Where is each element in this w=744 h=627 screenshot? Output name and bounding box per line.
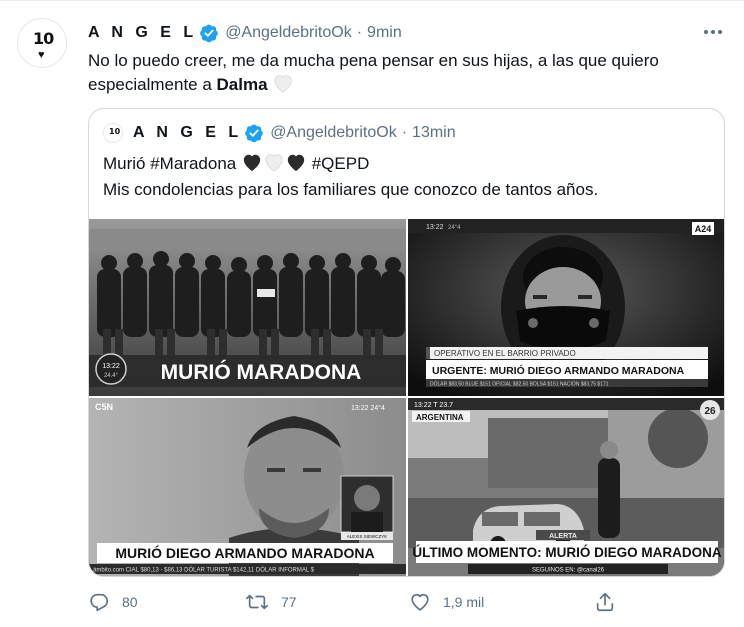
tile1-clock-temp: 24.4° <box>104 373 119 379</box>
quoted-avatar-number: 10 <box>109 127 121 136</box>
heart-icon <box>411 593 429 611</box>
tweet-header: A N G E L @AngeldebritoOk · 9min <box>88 21 402 45</box>
tweet-text-body: No lo puedo creer, me da mucha pena pens… <box>88 51 659 94</box>
tile4-location: ARGENTINA <box>416 413 464 422</box>
tile4-tag: ALERTA <box>549 533 577 540</box>
tile1-clock-time: 13:22 <box>102 363 120 370</box>
separator-dot: · <box>356 24 363 41</box>
tweet-actions: 80 77 1,9 mil <box>88 589 648 615</box>
quoted-separator-dot: · <box>401 124 408 141</box>
retweet-count: 77 <box>281 594 297 610</box>
quoted-line-1-text: Murió #Maradona <box>103 154 237 173</box>
media-image-4[interactable]: 13:22 T 23.7 ARGENTINA 26 ALERTA ÚLTIMO … <box>408 398 724 576</box>
share-button[interactable] <box>594 589 628 615</box>
verified-badge-icon <box>200 24 218 43</box>
tile4-time: 13:22 T 23.7 <box>414 402 453 409</box>
tile3-channel: C5N <box>95 402 113 412</box>
reply-icon <box>90 593 109 612</box>
like-button[interactable]: 1,9 mil <box>409 589 484 615</box>
reply-count: 80 <box>122 594 138 610</box>
tile2-channel: A24 <box>695 224 712 234</box>
tile3-banner: MURIÓ DIEGO ARMANDO MARADONA <box>115 544 374 561</box>
tweet-time[interactable]: 9min <box>367 24 402 42</box>
quoted-avatar: 10 <box>103 123 123 143</box>
quoted-header: 10 A N G E L @AngeldebritoOk · 13min <box>103 121 456 145</box>
tile2-subtitle: OPERATIVO EN EL BARRIO PRIVADO <box>434 349 576 358</box>
avatar-heart-icon: ♥ <box>38 49 45 61</box>
tile4-channel: 26 <box>704 406 716 417</box>
reply-button[interactable]: 80 <box>88 589 138 615</box>
tweet-text-bold: Dalma <box>216 75 268 94</box>
tile3-ticker: ámbito.com CIAL $80,13 - $86,13 DÓLAR TU… <box>93 567 315 574</box>
tweet[interactable]: 10 ♥ A N G E L @AngeldebritoOk · 9min No… <box>0 0 744 627</box>
share-icon <box>596 592 614 612</box>
black-heart-icon <box>287 154 305 172</box>
avatar-number: 10 <box>33 29 54 48</box>
tweet-text: No lo puedo creer, me da mucha pena pens… <box>88 49 728 97</box>
quoted-text: Murió #Maradona #QEPD Mis condolencias p… <box>103 151 713 203</box>
retweet-button[interactable]: 77 <box>245 589 297 615</box>
tile3-top-right: 13:22 24°4 <box>351 404 385 412</box>
white-heart-icon <box>273 75 292 93</box>
quoted-author-name: A N G E L <box>133 124 243 141</box>
quoted-tweet[interactable]: 10 A N G E L @AngeldebritoOk · 13min Mur… <box>88 108 725 577</box>
quoted-line-2: Mis condolencias para los familiares que… <box>103 180 599 199</box>
quoted-author-handle: @AngeldebritoOk <box>270 124 397 141</box>
tile2-banner: URGENTE: MURIÓ DIEGO ARMANDO MARADONA <box>432 364 685 377</box>
quoted-verified-badge-icon <box>245 124 263 143</box>
white-heart-icon <box>265 154 283 172</box>
like-count: 1,9 mil <box>443 594 485 610</box>
tile2-temp: 24°4 <box>448 225 461 231</box>
more-options-icon[interactable] <box>700 21 726 43</box>
tile2-time: 13:22 <box>426 224 444 231</box>
author-avatar[interactable]: 10 ♥ <box>17 18 67 68</box>
tile3-inset-label: ALEXIS SIEWCZYK <box>347 534 388 539</box>
author-name[interactable]: A N G E L <box>88 24 197 42</box>
quoted-time: 13min <box>412 124 456 141</box>
tile4-banner: ÚLTIMO MOMENTO: MURIÓ DIEGO MARADONA <box>412 545 721 560</box>
media-grid: 13:22 24.4° MURIÓ MARADONA 13:22 24°4 A2… <box>89 219 724 576</box>
tile2-ticker: DÓLAR $83,50 BLUE $151 OFICIAL $82,50 BO… <box>430 381 609 388</box>
retweet-icon <box>246 594 268 610</box>
media-image-2[interactable]: 13:22 24°4 A24 OPERATIVO EN EL BARRIO PR… <box>408 219 724 396</box>
author-handle[interactable]: @AngeldebritoOk <box>225 24 352 42</box>
media-image-1[interactable]: 13:22 24.4° MURIÓ MARADONA <box>89 219 406 396</box>
black-heart-icon <box>243 154 261 172</box>
tile4-footer: SEGUINOS EN: @canal26 <box>532 568 605 574</box>
tile1-banner: MURIÓ MARADONA <box>161 360 362 384</box>
quoted-hashtag[interactable]: #QEPD <box>312 154 370 173</box>
quoted-line-1: Murió #Maradona #QEPD <box>103 151 713 177</box>
media-image-3[interactable]: C5N 13:22 24°4 ALEXIS SIEWCZYK MURIÓ DIE… <box>89 398 406 576</box>
